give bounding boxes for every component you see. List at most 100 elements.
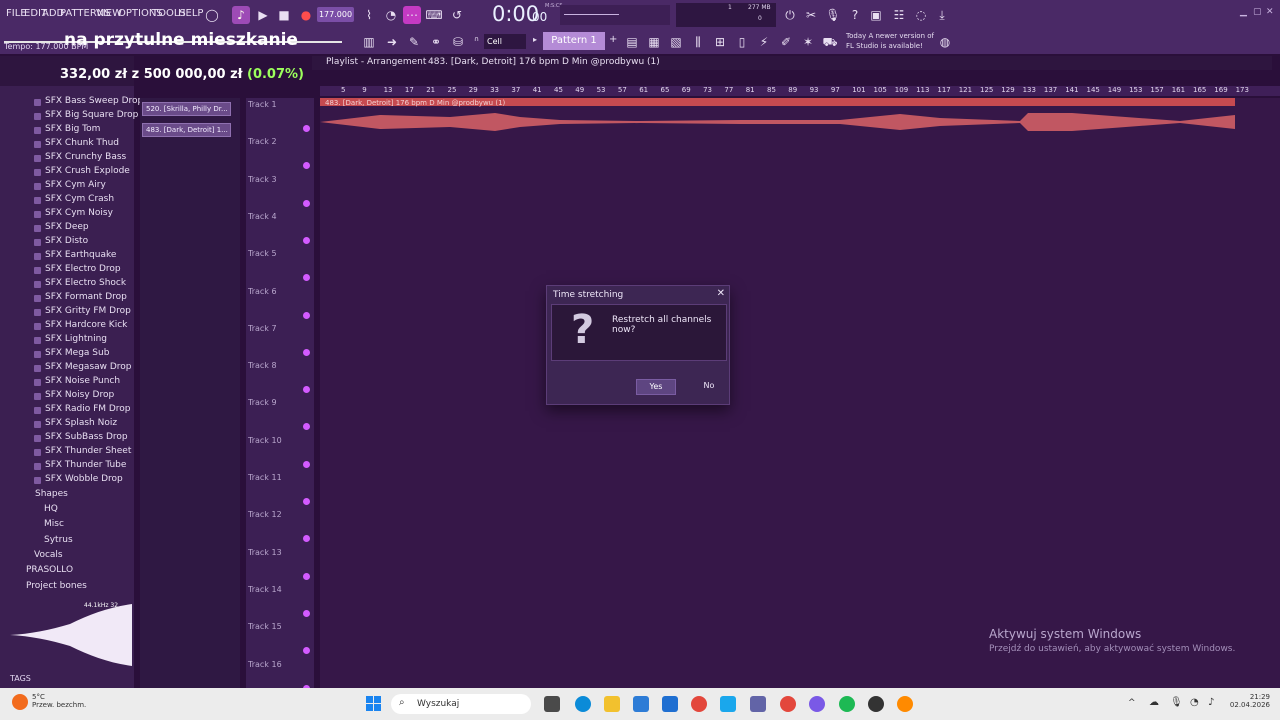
help-icon[interactable]: ? (846, 6, 864, 24)
stop-icon[interactable]: ■ (275, 6, 293, 24)
plug-icon[interactable]: ⚡ (755, 33, 773, 51)
browser-item[interactable]: SFX Noise Punch (45, 376, 120, 386)
browser-item[interactable]: SFX Mega Sub (45, 348, 109, 358)
browser-item[interactable]: SFX Cym Noisy (45, 208, 113, 218)
track-label[interactable]: Track 8 (248, 361, 277, 370)
piano-icon[interactable]: ▥ (360, 33, 378, 51)
browser-item[interactable]: SFX Radio FM Drop (45, 404, 131, 414)
audio-clip-waveform[interactable] (320, 108, 1235, 136)
browser-item[interactable]: SFX Bass Sweep Drop (45, 96, 143, 106)
magnet-icon[interactable]: ∩ (474, 35, 479, 43)
track-label[interactable]: Track 11 (248, 473, 282, 482)
mic-tray-icon[interactable]: 🎙 (1170, 697, 1183, 708)
track-mute-dot[interactable] (303, 236, 310, 244)
add-pattern-icon[interactable]: + (609, 34, 617, 45)
chrome-icon[interactable] (691, 696, 707, 712)
track-mute-dot[interactable] (303, 311, 310, 319)
bpm-display[interactable]: 177.000 (317, 7, 354, 22)
menu-help[interactable]: HELP (178, 8, 203, 19)
edge-icon[interactable] (575, 696, 591, 712)
track-mute-dot[interactable] (303, 386, 310, 394)
file-icon[interactable]: ▯ (733, 33, 751, 51)
yes-button[interactable]: Yes (636, 379, 676, 395)
record-icon[interactable]: ● (297, 6, 315, 24)
pattern-select[interactable]: Pattern 1 (543, 32, 605, 50)
minimize-icon[interactable]: ▁ (1240, 7, 1247, 17)
no-button[interactable]: No (695, 379, 723, 395)
stamp-icon[interactable]: ⛁ (449, 33, 467, 51)
track-mute-dot[interactable] (303, 199, 310, 207)
taskbar-search[interactable]: Wyszukaj (391, 694, 531, 714)
dialog-close-icon[interactable]: ✕ (717, 288, 725, 299)
track-label[interactable]: Track 9 (248, 398, 277, 407)
track-mute-dot[interactable] (303, 609, 310, 617)
track-label[interactable]: Track 3 (248, 175, 277, 184)
browser-folder-misc[interactable]: Misc (44, 519, 64, 529)
snap-icon[interactable]: ⌇ (360, 6, 378, 24)
song-mode-icon[interactable]: ♪ (232, 6, 250, 24)
track-mute-dot[interactable] (303, 647, 310, 655)
undo-icon[interactable]: ⏻ (781, 6, 799, 24)
app-icon-blue[interactable] (720, 696, 736, 712)
file-explorer-icon[interactable] (604, 696, 620, 712)
browser-item[interactable]: SFX Splash Noiz (45, 418, 117, 428)
playlist-grid[interactable] (320, 98, 1280, 688)
discord-icon[interactable] (809, 696, 825, 712)
browser-folder-hq[interactable]: HQ (44, 504, 58, 514)
weather-widget[interactable]: 5°C Przew. bezchm. (32, 693, 86, 709)
browser-folder-vocals[interactable]: Vocals (34, 550, 63, 560)
typing-keyboard-icon[interactable]: ⌨ (425, 6, 443, 24)
weather-icon[interactable] (12, 694, 28, 710)
playlist-icon[interactable]: ▤ (623, 33, 641, 51)
link-icon[interactable]: ⚭ (427, 33, 445, 51)
outlook-icon[interactable] (662, 696, 678, 712)
browser-item[interactable]: SFX Deep (45, 222, 89, 232)
cart-icon[interactable]: ⛟ (821, 33, 839, 51)
browser-item[interactable]: SFX Lightning (45, 334, 107, 344)
track-label[interactable]: Track 16 (248, 660, 282, 669)
browser-item[interactable]: SFX Earthquake (45, 250, 116, 260)
track-label[interactable]: Track 5 (248, 249, 277, 258)
browser-folder-prasollo[interactable]: PRASOLLO (26, 565, 73, 575)
browser-item[interactable]: SFX Thunder Tube (45, 460, 126, 470)
spotify-icon[interactable] (839, 696, 855, 712)
browser-item[interactable]: SFX Cym Airy (45, 180, 106, 190)
wifi-icon[interactable]: ◔ (1190, 697, 1199, 708)
browser-item[interactable]: SFX Big Tom (45, 124, 100, 134)
close-icon[interactable]: ✕ (1266, 7, 1274, 17)
browser-item[interactable]: SFX Crunchy Bass (45, 152, 126, 162)
chrome-icon-2[interactable] (780, 696, 796, 712)
track-mute-dot[interactable] (303, 460, 310, 468)
globe-icon[interactable]: ◍ (936, 33, 954, 51)
app-icon-dark[interactable] (868, 696, 884, 712)
task-view-icon[interactable] (544, 696, 560, 712)
track-mute-dot[interactable] (303, 572, 310, 580)
store-icon[interactable] (633, 696, 649, 712)
windows-start-icon[interactable] (366, 696, 382, 712)
draw-icon[interactable]: ✎ (405, 33, 423, 51)
play-icon[interactable]: ▶ (254, 6, 272, 24)
loop-icon[interactable]: ↺ (448, 6, 466, 24)
maximize-icon[interactable]: ▢ (1253, 7, 1262, 17)
track-mute-dot[interactable] (303, 162, 310, 170)
track-mute-dot[interactable] (303, 274, 310, 282)
browser-item[interactable]: SFX Hardcore Kick (45, 320, 127, 330)
browser-item[interactable]: SFX Thunder Sheet (45, 446, 131, 456)
browser-item[interactable]: SFX Big Square Drop (45, 110, 138, 120)
track-label[interactable]: Track 6 (248, 287, 277, 296)
mixer-icon-2[interactable]: ⫼ (689, 33, 707, 51)
microphone-icon[interactable]: 🎙 (824, 6, 842, 24)
track-mute-dot[interactable] (303, 423, 310, 431)
prev-pattern-icon[interactable]: ▸ (533, 35, 537, 44)
browser-item[interactable]: SFX SubBass Drop (45, 432, 128, 442)
channel-rack-icon[interactable]: ▦ (645, 33, 663, 51)
track-mute-dot[interactable] (303, 498, 310, 505)
ant-icon[interactable]: ✶ (799, 33, 817, 51)
browser-item[interactable]: SFX Cym Crash (45, 194, 114, 204)
browser-item[interactable]: SFX Noisy Drop (45, 390, 114, 400)
chat-icon[interactable]: ◌ (912, 6, 930, 24)
routing-icon[interactable]: ⊞ (711, 33, 729, 51)
track-label[interactable]: Track 2 (248, 137, 277, 146)
save-icon[interactable]: ▣ (867, 6, 885, 24)
track-label[interactable]: Track 12 (248, 510, 282, 519)
